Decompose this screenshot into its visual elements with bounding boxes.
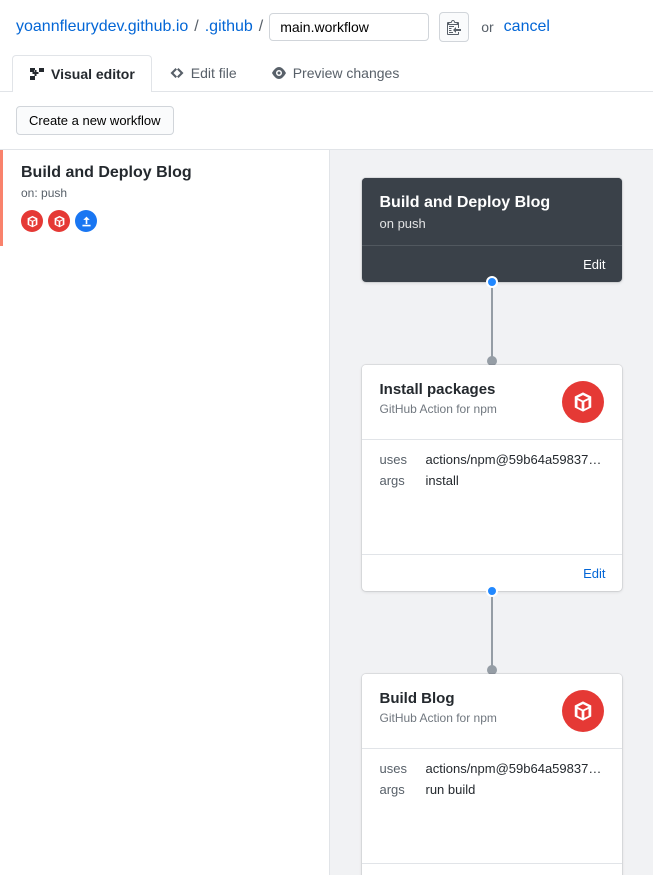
workflow-sidebar: Build and Deploy Blog on: push (0, 150, 330, 875)
tab-label: Edit file (191, 65, 237, 81)
workflow-name: Build and Deploy Blog (21, 164, 311, 182)
package-icon (562, 381, 604, 423)
or-text: or (481, 19, 493, 35)
action-node-build[interactable]: Build Blog GitHub Action for npm usesact… (362, 674, 622, 875)
toolbar: Create a new workflow (0, 92, 653, 150)
workflow-list-item[interactable]: Build and Deploy Blog on: push (0, 150, 329, 246)
workflow-canvas[interactable]: Build and Deploy Blog on push Edit Insta… (330, 150, 653, 875)
cancel-link[interactable]: cancel (504, 18, 550, 36)
separator: / (194, 18, 198, 36)
uses-value: actions/npm@59b64a59837… (426, 761, 602, 776)
tab-label: Visual editor (51, 66, 135, 82)
edit-node-link[interactable]: Edit (583, 257, 605, 272)
connector-line (491, 287, 493, 357)
uses-label: uses (380, 452, 426, 467)
folder-link[interactable]: .github (205, 18, 253, 36)
upload-icon (75, 210, 97, 232)
args-label: args (380, 473, 426, 488)
edit-node-link[interactable]: Edit (583, 566, 605, 581)
node-title: Build Blog (380, 690, 552, 707)
uses-value: actions/npm@59b64a59837… (426, 452, 602, 467)
copy-path-button[interactable] (439, 12, 469, 42)
node-subtitle: GitHub Action for npm (380, 402, 552, 416)
separator: / (259, 18, 263, 36)
package-icon (21, 210, 43, 232)
filename-input[interactable] (269, 13, 429, 41)
node-title: Install packages (380, 381, 552, 398)
tab-preview-changes[interactable]: Preview changes (254, 54, 417, 91)
node-subtitle: GitHub Action for npm (380, 711, 552, 725)
tabs: Visual editor Edit file Preview changes (0, 54, 653, 92)
breadcrumb: yoannfleurydev.github.io / .github / or … (0, 0, 653, 54)
create-workflow-button[interactable]: Create a new workflow (16, 106, 174, 135)
clipboard-icon (447, 19, 461, 35)
tab-edit-file[interactable]: Edit file (152, 54, 254, 91)
package-icon (48, 210, 70, 232)
code-icon (169, 65, 185, 81)
eye-icon (271, 65, 287, 81)
args-value: run build (426, 782, 476, 797)
connector-line (491, 596, 493, 666)
workflow-root-node[interactable]: Build and Deploy Blog on push Edit (362, 178, 622, 282)
node-title: Build and Deploy Blog (380, 194, 604, 212)
connector-dot-icon[interactable] (486, 585, 498, 597)
tab-label: Preview changes (293, 65, 400, 81)
repo-link[interactable]: yoannfleurydev.github.io (16, 18, 188, 36)
workflow-trigger: on: push (21, 186, 311, 200)
tab-visual-editor[interactable]: Visual editor (12, 55, 152, 92)
node-subtitle: on push (380, 216, 604, 231)
uses-label: uses (380, 761, 426, 776)
workflow-action-icons (21, 210, 311, 232)
args-label: args (380, 782, 426, 797)
connector-dot-icon[interactable] (486, 276, 498, 288)
action-node-install[interactable]: Install packages GitHub Action for npm u… (362, 365, 622, 591)
workflow-icon (29, 66, 45, 82)
package-icon (562, 690, 604, 732)
editor-split: Build and Deploy Blog on: push Build and… (0, 150, 653, 875)
args-value: install (426, 473, 459, 488)
